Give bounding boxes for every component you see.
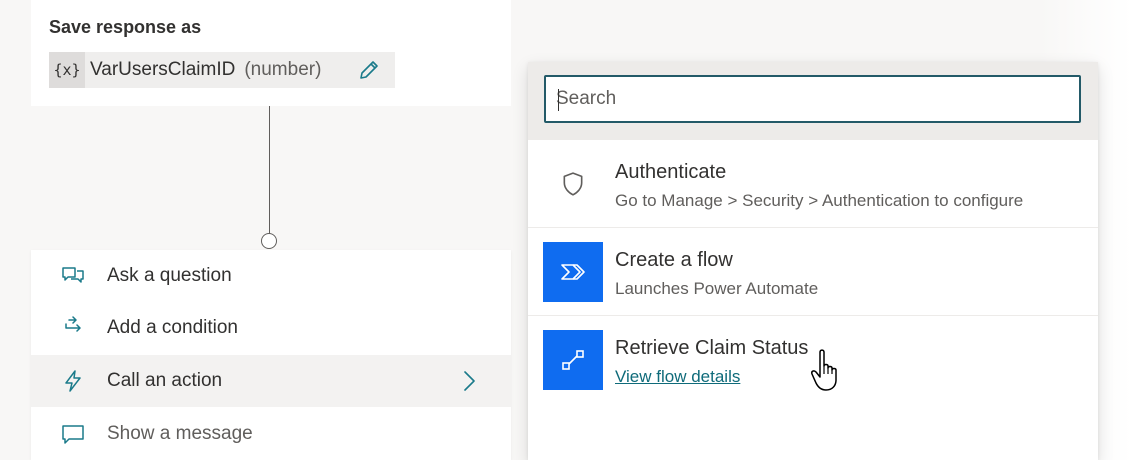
menu-item-call-action[interactable]: Call an action <box>31 355 511 407</box>
flow-icon <box>562 350 584 370</box>
shield-icon <box>563 172 583 196</box>
chat-question-icon <box>62 267 84 283</box>
search-box[interactable] <box>544 75 1081 123</box>
flyout-icon-container <box>543 330 603 390</box>
variable-type: (number) <box>244 59 322 80</box>
menu-item-show-message[interactable]: Show a message <box>31 408 511 460</box>
view-flow-details-link[interactable]: View flow details <box>615 367 740 387</box>
chevron-right-icon <box>464 371 475 391</box>
branch-icon <box>65 316 81 332</box>
save-response-title: Save response as <box>49 17 202 37</box>
connector-line <box>269 106 270 234</box>
hand-cursor-icon <box>811 349 837 391</box>
flyout-item-title: Authenticate <box>615 161 727 183</box>
menu-item-label: Add a condition <box>107 317 238 338</box>
search-area <box>528 62 1098 140</box>
menu-item-label: Show a message <box>107 423 253 444</box>
flyout-item-authenticate[interactable]: Authenticate Go to Manage > Security > A… <box>528 140 1098 228</box>
message-icon <box>62 425 84 444</box>
variable-icon: {x} <box>49 52 85 88</box>
flyout-item-title: Retrieve Claim Status <box>615 337 809 359</box>
variable-chip[interactable]: {x} VarUsersClaimID (number) <box>49 52 395 88</box>
flyout-item-create-flow[interactable]: Create a flow Launches Power Automate <box>528 228 1098 316</box>
menu-item-ask-question[interactable]: Ask a question <box>31 250 511 302</box>
variable-name: VarUsersClaimID <box>90 59 236 80</box>
connector-node[interactable] <box>261 233 277 249</box>
power-automate-icon <box>561 264 585 280</box>
save-response-card: Save response as {x} VarUsersClaimID (nu… <box>31 0 511 106</box>
pencil-icon[interactable] <box>357 58 381 82</box>
flyout-icon-container <box>543 242 603 302</box>
menu-item-label: Call an action <box>107 370 223 391</box>
search-input[interactable] <box>556 77 1071 121</box>
flyout-item-subtitle: Go to Manage > Security > Authentication… <box>615 191 1024 210</box>
lightning-icon <box>65 370 81 392</box>
flyout-item-subtitle: Launches Power Automate <box>615 279 819 298</box>
add-node-menu: Ask a question Add a condition Call an a… <box>31 250 511 460</box>
flyout-icon-container <box>543 154 603 214</box>
menu-item-add-condition[interactable]: Add a condition <box>31 302 511 354</box>
call-action-flyout: Authenticate Go to Manage > Security > A… <box>528 62 1098 460</box>
flyout-item-title: Create a flow <box>615 249 733 271</box>
menu-item-label: Ask a question <box>107 265 232 286</box>
text-caret <box>558 89 559 111</box>
